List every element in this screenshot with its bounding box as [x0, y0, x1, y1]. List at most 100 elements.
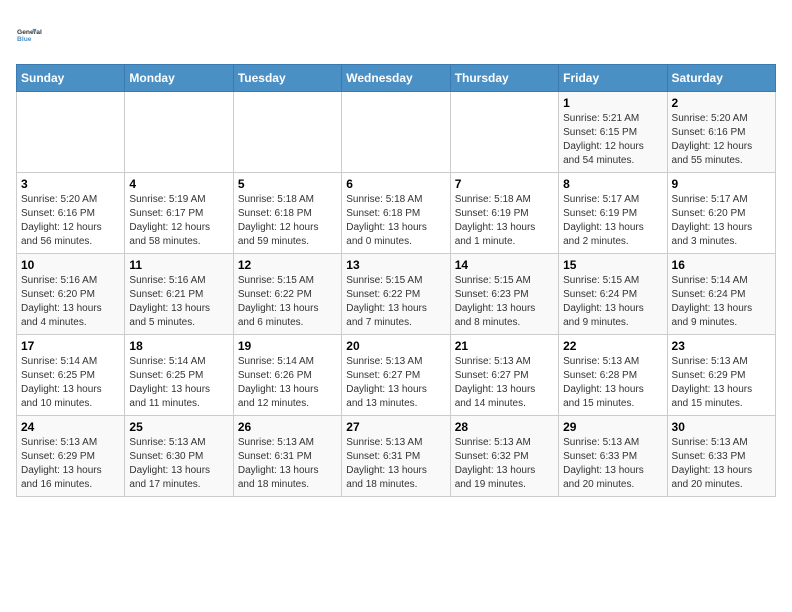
day-number: 11	[129, 258, 228, 272]
week-row-2: 3 Sunrise: 5:20 AM Sunset: 6:16 PM Daylig…	[17, 173, 776, 254]
day-info: Sunrise: 5:13 AM Sunset: 6:33 PM Dayligh…	[563, 436, 662, 492]
day-info: Sunrise: 5:17 AM Sunset: 6:19 PM Dayligh…	[563, 193, 662, 249]
svg-text:Blue: Blue	[17, 36, 32, 43]
day-number: 28	[455, 420, 554, 434]
day-number: 9	[672, 177, 771, 191]
day-info: Sunrise: 5:15 AM Sunset: 6:22 PM Dayligh…	[346, 274, 445, 330]
day-cell: 27 Sunrise: 5:13 AM Sunset: 6:31 PM Dayli…	[342, 416, 450, 497]
day-cell: 19Sunrise: 5:14 AM Sunset: 6:26 PM Dayli…	[233, 335, 341, 416]
day-info: Sunrise: 5:15 AM Sunset: 6:23 PM Dayligh…	[455, 274, 554, 330]
day-info: Sunrise: 5:13 AM Sunset: 6:28 PM Dayligh…	[563, 355, 662, 411]
day-cell	[450, 92, 558, 173]
day-info: Sunrise: 5:15 AM Sunset: 6:24 PM Dayligh…	[563, 274, 662, 330]
day-cell: 2 Sunrise: 5:20 AM Sunset: 6:16 PM Daylig…	[667, 92, 775, 173]
day-cell: 30Sunrise: 5:13 AM Sunset: 6:33 PM Dayli…	[667, 416, 775, 497]
day-number: 23	[672, 339, 771, 353]
day-info: Sunrise: 5:13 AM Sunset: 6:30 PM Dayligh…	[129, 436, 228, 492]
day-info: Sunrise: 5:14 AM Sunset: 6:26 PM Dayligh…	[238, 355, 337, 411]
day-number: 25	[129, 420, 228, 434]
day-header-wednesday: Wednesday	[342, 65, 450, 92]
day-number: 27	[346, 420, 445, 434]
day-info: Sunrise: 5:13 AM Sunset: 6:31 PM Dayligh…	[238, 436, 337, 492]
day-cell	[17, 92, 125, 173]
day-cell: 15 Sunrise: 5:15 AM Sunset: 6:24 PM Dayli…	[559, 254, 667, 335]
day-info: Sunrise: 5:18 AM Sunset: 6:18 PM Dayligh…	[238, 193, 337, 249]
week-row-1: 1 Sunrise: 5:21 AM Sunset: 6:15 PM Daylig…	[17, 92, 776, 173]
day-cell: 17 Sunrise: 5:14 AM Sunset: 6:25 PM Dayli…	[17, 335, 125, 416]
day-cell: 21 Sunrise: 5:13 AM Sunset: 6:27 PM Dayli…	[450, 335, 558, 416]
day-number: 18	[129, 339, 228, 353]
day-number: 29	[563, 420, 662, 434]
day-number: 5	[238, 177, 337, 191]
day-number: 1	[563, 96, 662, 110]
day-cell: 28 Sunrise: 5:13 AM Sunset: 6:32 PM Dayli…	[450, 416, 558, 497]
day-cell: 4 Sunrise: 5:19 AM Sunset: 6:17 PM Daylig…	[125, 173, 233, 254]
day-number: 2	[672, 96, 771, 110]
week-row-3: 10Sunrise: 5:16 AM Sunset: 6:20 PM Dayli…	[17, 254, 776, 335]
day-cell	[125, 92, 233, 173]
day-cell: 29 Sunrise: 5:13 AM Sunset: 6:33 PM Dayli…	[559, 416, 667, 497]
calendar-body: 1 Sunrise: 5:21 AM Sunset: 6:15 PM Daylig…	[17, 92, 776, 497]
day-info: Sunrise: 5:13 AM Sunset: 6:29 PM Dayligh…	[21, 436, 120, 492]
day-cell	[233, 92, 341, 173]
header-row: SundayMondayTuesdayWednesdayThursdayFrid…	[17, 65, 776, 92]
day-header-thursday: Thursday	[450, 65, 558, 92]
day-cell: 16 Sunrise: 5:14 AM Sunset: 6:24 PM Dayli…	[667, 254, 775, 335]
day-number: 7	[455, 177, 554, 191]
day-number: 30	[672, 420, 771, 434]
calendar-table: SundayMondayTuesdayWednesdayThursdayFrid…	[16, 64, 776, 497]
day-info: Sunrise: 5:13 AM Sunset: 6:27 PM Dayligh…	[346, 355, 445, 411]
day-info: Sunrise: 5:13 AM Sunset: 6:29 PM Dayligh…	[672, 355, 771, 411]
day-header-saturday: Saturday	[667, 65, 775, 92]
day-number: 16	[672, 258, 771, 272]
day-number: 12	[238, 258, 337, 272]
logo-icon: General Blue	[16, 16, 52, 52]
calendar-header: SundayMondayTuesdayWednesdayThursdayFrid…	[17, 65, 776, 92]
day-cell: 25 Sunrise: 5:13 AM Sunset: 6:30 PM Dayli…	[125, 416, 233, 497]
day-info: Sunrise: 5:18 AM Sunset: 6:18 PM Dayligh…	[346, 193, 445, 249]
day-info: Sunrise: 5:20 AM Sunset: 6:16 PM Dayligh…	[672, 112, 771, 168]
day-cell: 5 Sunrise: 5:18 AM Sunset: 6:18 PM Daylig…	[233, 173, 341, 254]
day-info: Sunrise: 5:14 AM Sunset: 6:24 PM Dayligh…	[672, 274, 771, 330]
day-info: Sunrise: 5:18 AM Sunset: 6:19 PM Dayligh…	[455, 193, 554, 249]
day-number: 17	[21, 339, 120, 353]
logo: General Blue	[16, 16, 52, 52]
day-number: 22	[563, 339, 662, 353]
week-row-5: 24 Sunrise: 5:13 AM Sunset: 6:29 PM Dayli…	[17, 416, 776, 497]
day-cell: 13Sunrise: 5:15 AM Sunset: 6:22 PM Dayli…	[342, 254, 450, 335]
day-cell: 22 Sunrise: 5:13 AM Sunset: 6:28 PM Dayli…	[559, 335, 667, 416]
day-cell: 1 Sunrise: 5:21 AM Sunset: 6:15 PM Daylig…	[559, 92, 667, 173]
day-cell: 10Sunrise: 5:16 AM Sunset: 6:20 PM Dayli…	[17, 254, 125, 335]
day-info: Sunrise: 5:20 AM Sunset: 6:16 PM Dayligh…	[21, 193, 120, 249]
day-info: Sunrise: 5:13 AM Sunset: 6:32 PM Dayligh…	[455, 436, 554, 492]
day-header-friday: Friday	[559, 65, 667, 92]
day-number: 6	[346, 177, 445, 191]
day-cell: 20 Sunrise: 5:13 AM Sunset: 6:27 PM Dayli…	[342, 335, 450, 416]
header: General Blue	[16, 16, 776, 52]
day-number: 24	[21, 420, 120, 434]
day-number: 3	[21, 177, 120, 191]
day-cell: 14 Sunrise: 5:15 AM Sunset: 6:23 PM Dayli…	[450, 254, 558, 335]
day-cell	[342, 92, 450, 173]
day-cell: 6 Sunrise: 5:18 AM Sunset: 6:18 PM Daylig…	[342, 173, 450, 254]
day-number: 14	[455, 258, 554, 272]
day-number: 21	[455, 339, 554, 353]
day-info: Sunrise: 5:21 AM Sunset: 6:15 PM Dayligh…	[563, 112, 662, 168]
day-info: Sunrise: 5:14 AM Sunset: 6:25 PM Dayligh…	[21, 355, 120, 411]
day-number: 4	[129, 177, 228, 191]
day-cell: 11 Sunrise: 5:16 AM Sunset: 6:21 PM Dayli…	[125, 254, 233, 335]
day-info: Sunrise: 5:19 AM Sunset: 6:17 PM Dayligh…	[129, 193, 228, 249]
day-cell: 3 Sunrise: 5:20 AM Sunset: 6:16 PM Daylig…	[17, 173, 125, 254]
day-number: 15	[563, 258, 662, 272]
day-cell: 24 Sunrise: 5:13 AM Sunset: 6:29 PM Dayli…	[17, 416, 125, 497]
day-cell: 12 Sunrise: 5:15 AM Sunset: 6:22 PM Dayli…	[233, 254, 341, 335]
day-info: Sunrise: 5:16 AM Sunset: 6:21 PM Dayligh…	[129, 274, 228, 330]
day-info: Sunrise: 5:13 AM Sunset: 6:31 PM Dayligh…	[346, 436, 445, 492]
day-info: Sunrise: 5:15 AM Sunset: 6:22 PM Dayligh…	[238, 274, 337, 330]
day-info: Sunrise: 5:17 AM Sunset: 6:20 PM Dayligh…	[672, 193, 771, 249]
day-info: Sunrise: 5:13 AM Sunset: 6:27 PM Dayligh…	[455, 355, 554, 411]
day-cell: 26Sunrise: 5:13 AM Sunset: 6:31 PM Dayli…	[233, 416, 341, 497]
day-cell: 9 Sunrise: 5:17 AM Sunset: 6:20 PM Daylig…	[667, 173, 775, 254]
day-cell: 8Sunrise: 5:17 AM Sunset: 6:19 PM Daylig…	[559, 173, 667, 254]
day-number: 20	[346, 339, 445, 353]
